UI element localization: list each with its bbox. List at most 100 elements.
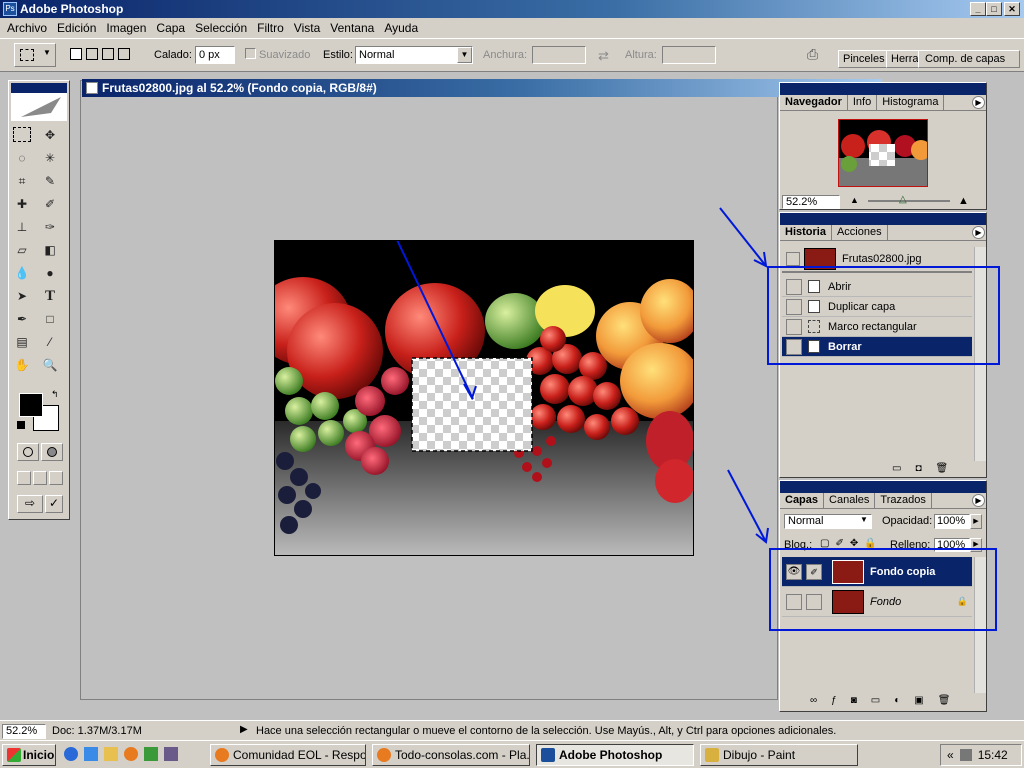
history-panel-titlebar[interactable] — [780, 213, 986, 225]
zoom-tool-icon[interactable]: 🔍 — [39, 355, 61, 375]
clone-stamp-icon[interactable]: ⊥ — [11, 217, 33, 237]
shape-tool-icon[interactable]: □ — [39, 309, 61, 329]
eyedropper-icon[interactable]: ⁄ — [39, 332, 61, 352]
status-zoom-input[interactable]: 52.2% — [2, 724, 46, 739]
new-layer-icon[interactable]: ▣ — [914, 695, 923, 706]
blur-tool-icon[interactable]: 💧 — [11, 263, 33, 283]
image-canvas[interactable] — [274, 240, 694, 556]
brush-tool-icon[interactable]: ✐ — [39, 194, 61, 214]
volume-icon[interactable] — [959, 749, 972, 761]
menu-imagen[interactable]: Imagen — [101, 21, 151, 35]
screen-full-menu-icon[interactable] — [33, 471, 47, 485]
minimize-button[interactable]: _ — [970, 2, 986, 16]
start-button[interactable]: Inicio — [2, 744, 56, 766]
zoom-out-icon[interactable]: ▲ — [850, 195, 859, 205]
opacity-input[interactable]: 100% — [934, 514, 970, 529]
outlook-icon[interactable] — [84, 747, 98, 761]
quickmask-mode-icon[interactable] — [41, 443, 63, 461]
maximize-button[interactable]: □ — [986, 2, 1002, 16]
panel-menu-icon[interactable]: ▶ — [972, 96, 985, 109]
imageready-jump-icon[interactable]: ⇨ — [17, 495, 43, 513]
slice-tool-icon[interactable]: ✎ — [39, 171, 61, 191]
adjustment-layer-icon[interactable]: ◐ — [894, 695, 900, 706]
layer-style-icon[interactable]: ƒ — [831, 695, 837, 706]
tab-histograma[interactable]: Histograma — [877, 95, 945, 110]
altura-input[interactable] — [662, 46, 716, 64]
eraser-tool-icon[interactable]: ▱ — [11, 240, 33, 260]
firefox-icon[interactable] — [124, 747, 138, 761]
notes-tool-icon[interactable]: ▤ — [11, 332, 33, 352]
navigator-zoom-slider[interactable] — [868, 200, 950, 202]
new-group-icon[interactable]: ▭ — [871, 695, 880, 706]
swap-colors-icon[interactable]: ↰ — [51, 389, 59, 400]
calado-input[interactable]: 0 px — [195, 46, 235, 64]
gradient-tool-icon[interactable]: ◧ — [39, 240, 61, 260]
intersect-selection-icon[interactable] — [118, 48, 130, 60]
menu-ventana[interactable]: Ventana — [325, 21, 379, 35]
ie-icon[interactable] — [64, 747, 78, 761]
navigator-zoom-input[interactable]: 52.2% — [782, 195, 840, 209]
tab-trazados[interactable]: Trazados — [875, 493, 932, 508]
layers-panel-titlebar[interactable] — [780, 481, 986, 493]
task-comunidad-eol[interactable]: Comunidad EOL - Respo... — [210, 744, 366, 766]
blend-mode-select[interactable]: Normal — [784, 514, 872, 529]
anchura-input[interactable] — [532, 46, 586, 64]
menu-ayuda[interactable]: Ayuda — [379, 21, 423, 35]
photoshop-icon[interactable]: Ps — [3, 2, 17, 16]
foreground-color-swatch[interactable] — [19, 393, 43, 417]
tool-preset-picker[interactable]: ▼ — [14, 43, 56, 67]
menu-capa[interactable]: Capa — [151, 21, 190, 35]
history-brush-icon[interactable]: ✑ — [39, 217, 61, 237]
zoom-in-icon[interactable]: ▲ — [958, 195, 969, 207]
tab-canales[interactable]: Canales — [824, 493, 876, 508]
dodge-tool-icon[interactable]: ● — [39, 263, 61, 283]
trash-icon[interactable]: 🗑 — [936, 463, 949, 474]
well-tab-herramientas[interactable]: Herramientas — [886, 50, 920, 68]
task-adobe-photoshop[interactable]: Adobe Photoshop — [536, 744, 694, 766]
menu-filtro[interactable]: Filtro — [252, 21, 289, 35]
layers-menu-icon[interactable]: ▶ — [972, 494, 985, 507]
subtract-selection-icon[interactable] — [102, 48, 114, 60]
imageready-check-icon[interactable]: ✓ — [45, 495, 63, 513]
new-selection-icon[interactable] — [70, 48, 82, 60]
blend-dropdown-icon[interactable]: ▼ — [860, 515, 868, 524]
status-arrow-icon[interactable]: ▶ — [240, 724, 248, 735]
layer-mask-icon[interactable]: ◙ — [851, 695, 857, 706]
opacity-arrow-icon[interactable]: ▶ — [970, 514, 982, 529]
task-dibujo-paint[interactable]: Dibujo - Paint — [700, 744, 858, 766]
tab-acciones[interactable]: Acciones — [832, 225, 888, 240]
tab-navegador[interactable]: Navegador — [780, 95, 848, 110]
printer-icon[interactable]: ⎙ — [807, 46, 827, 64]
lasso-tool-icon[interactable]: ◌ — [11, 148, 33, 168]
menu-seleccion[interactable]: Selección — [190, 21, 252, 35]
type-tool-icon[interactable]: T — [39, 286, 61, 306]
well-tab-pinceles[interactable]: Pinceles — [838, 50, 888, 68]
hand-tool-icon[interactable]: ✋ — [11, 355, 33, 375]
menu-vista[interactable]: Vista — [289, 21, 325, 35]
folder-icon[interactable] — [104, 747, 118, 761]
new-document-icon[interactable]: ▭ — [892, 463, 901, 474]
camera-icon[interactable]: ◘ — [915, 463, 921, 474]
history-menu-icon[interactable]: ▶ — [972, 226, 985, 239]
media-icon[interactable] — [164, 747, 178, 761]
status-doc-size[interactable]: Doc: 1.37M/3.17M — [52, 725, 142, 737]
document-titlebar[interactable]: Frutas02800.jpg al 52.2% (Fondo copia, R… — [82, 79, 882, 97]
well-tab-comp-capas[interactable]: Comp. de capas — [918, 50, 1020, 68]
marquee-tool-icon[interactable] — [13, 127, 31, 142]
navigator-thumbnail[interactable] — [838, 119, 928, 187]
app-icon[interactable] — [144, 747, 158, 761]
magic-wand-icon[interactable]: ✳ — [39, 148, 61, 168]
menu-archivo[interactable]: Archivo — [2, 21, 52, 35]
close-button[interactable]: ✕ — [1004, 2, 1020, 16]
standard-mode-icon[interactable] — [17, 443, 39, 461]
tray-expand-icon[interactable]: « — [947, 748, 954, 762]
estilo-dropdown-icon[interactable]: ▼ — [457, 47, 472, 63]
delete-layer-icon[interactable]: 🗑 — [938, 695, 951, 706]
task-todo-consolas[interactable]: Todo-consolas.com - Pla... — [372, 744, 530, 766]
healing-brush-icon[interactable]: ✚ — [11, 194, 33, 214]
estilo-select[interactable]: Normal — [355, 46, 473, 64]
crop-tool-icon[interactable]: ⌗ — [11, 171, 33, 191]
screen-standard-icon[interactable] — [17, 471, 31, 485]
screen-full-icon[interactable] — [49, 471, 63, 485]
move-tool-icon[interactable]: ✥ — [39, 125, 61, 145]
